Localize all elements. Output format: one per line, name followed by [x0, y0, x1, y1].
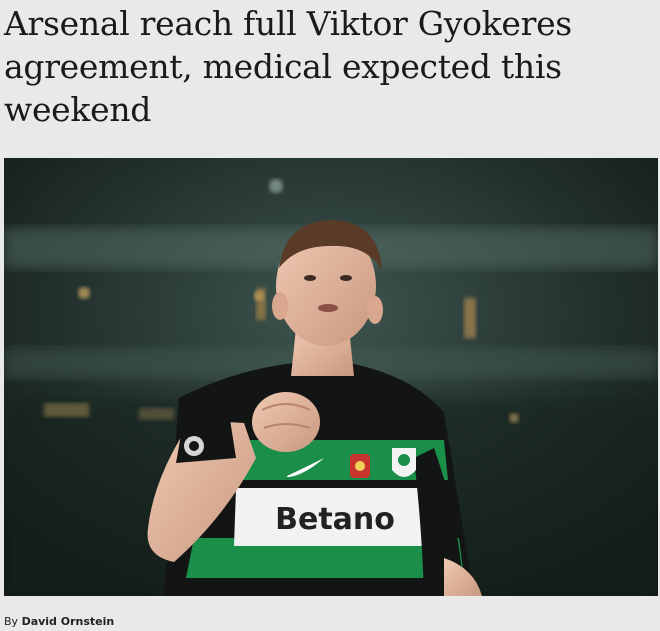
article-byline: By David Ornstein: [4, 615, 114, 629]
article-photo: Betano: [4, 158, 658, 596]
article-page: Arsenal reach full Viktor Gyokeres agree…: [0, 0, 660, 631]
sponsor-text: Betano: [275, 502, 395, 537]
byline-author[interactable]: David Ornstein: [22, 615, 115, 628]
portugal-crest-icon: [350, 454, 370, 478]
champions-league-badge-icon: [184, 436, 204, 456]
sporting-crest-icon: [392, 448, 416, 477]
player-photo-illustration: Betano: [4, 158, 658, 596]
article-headline: Arsenal reach full Viktor Gyokeres agree…: [4, 4, 572, 129]
byline-prefix: By: [4, 615, 22, 628]
